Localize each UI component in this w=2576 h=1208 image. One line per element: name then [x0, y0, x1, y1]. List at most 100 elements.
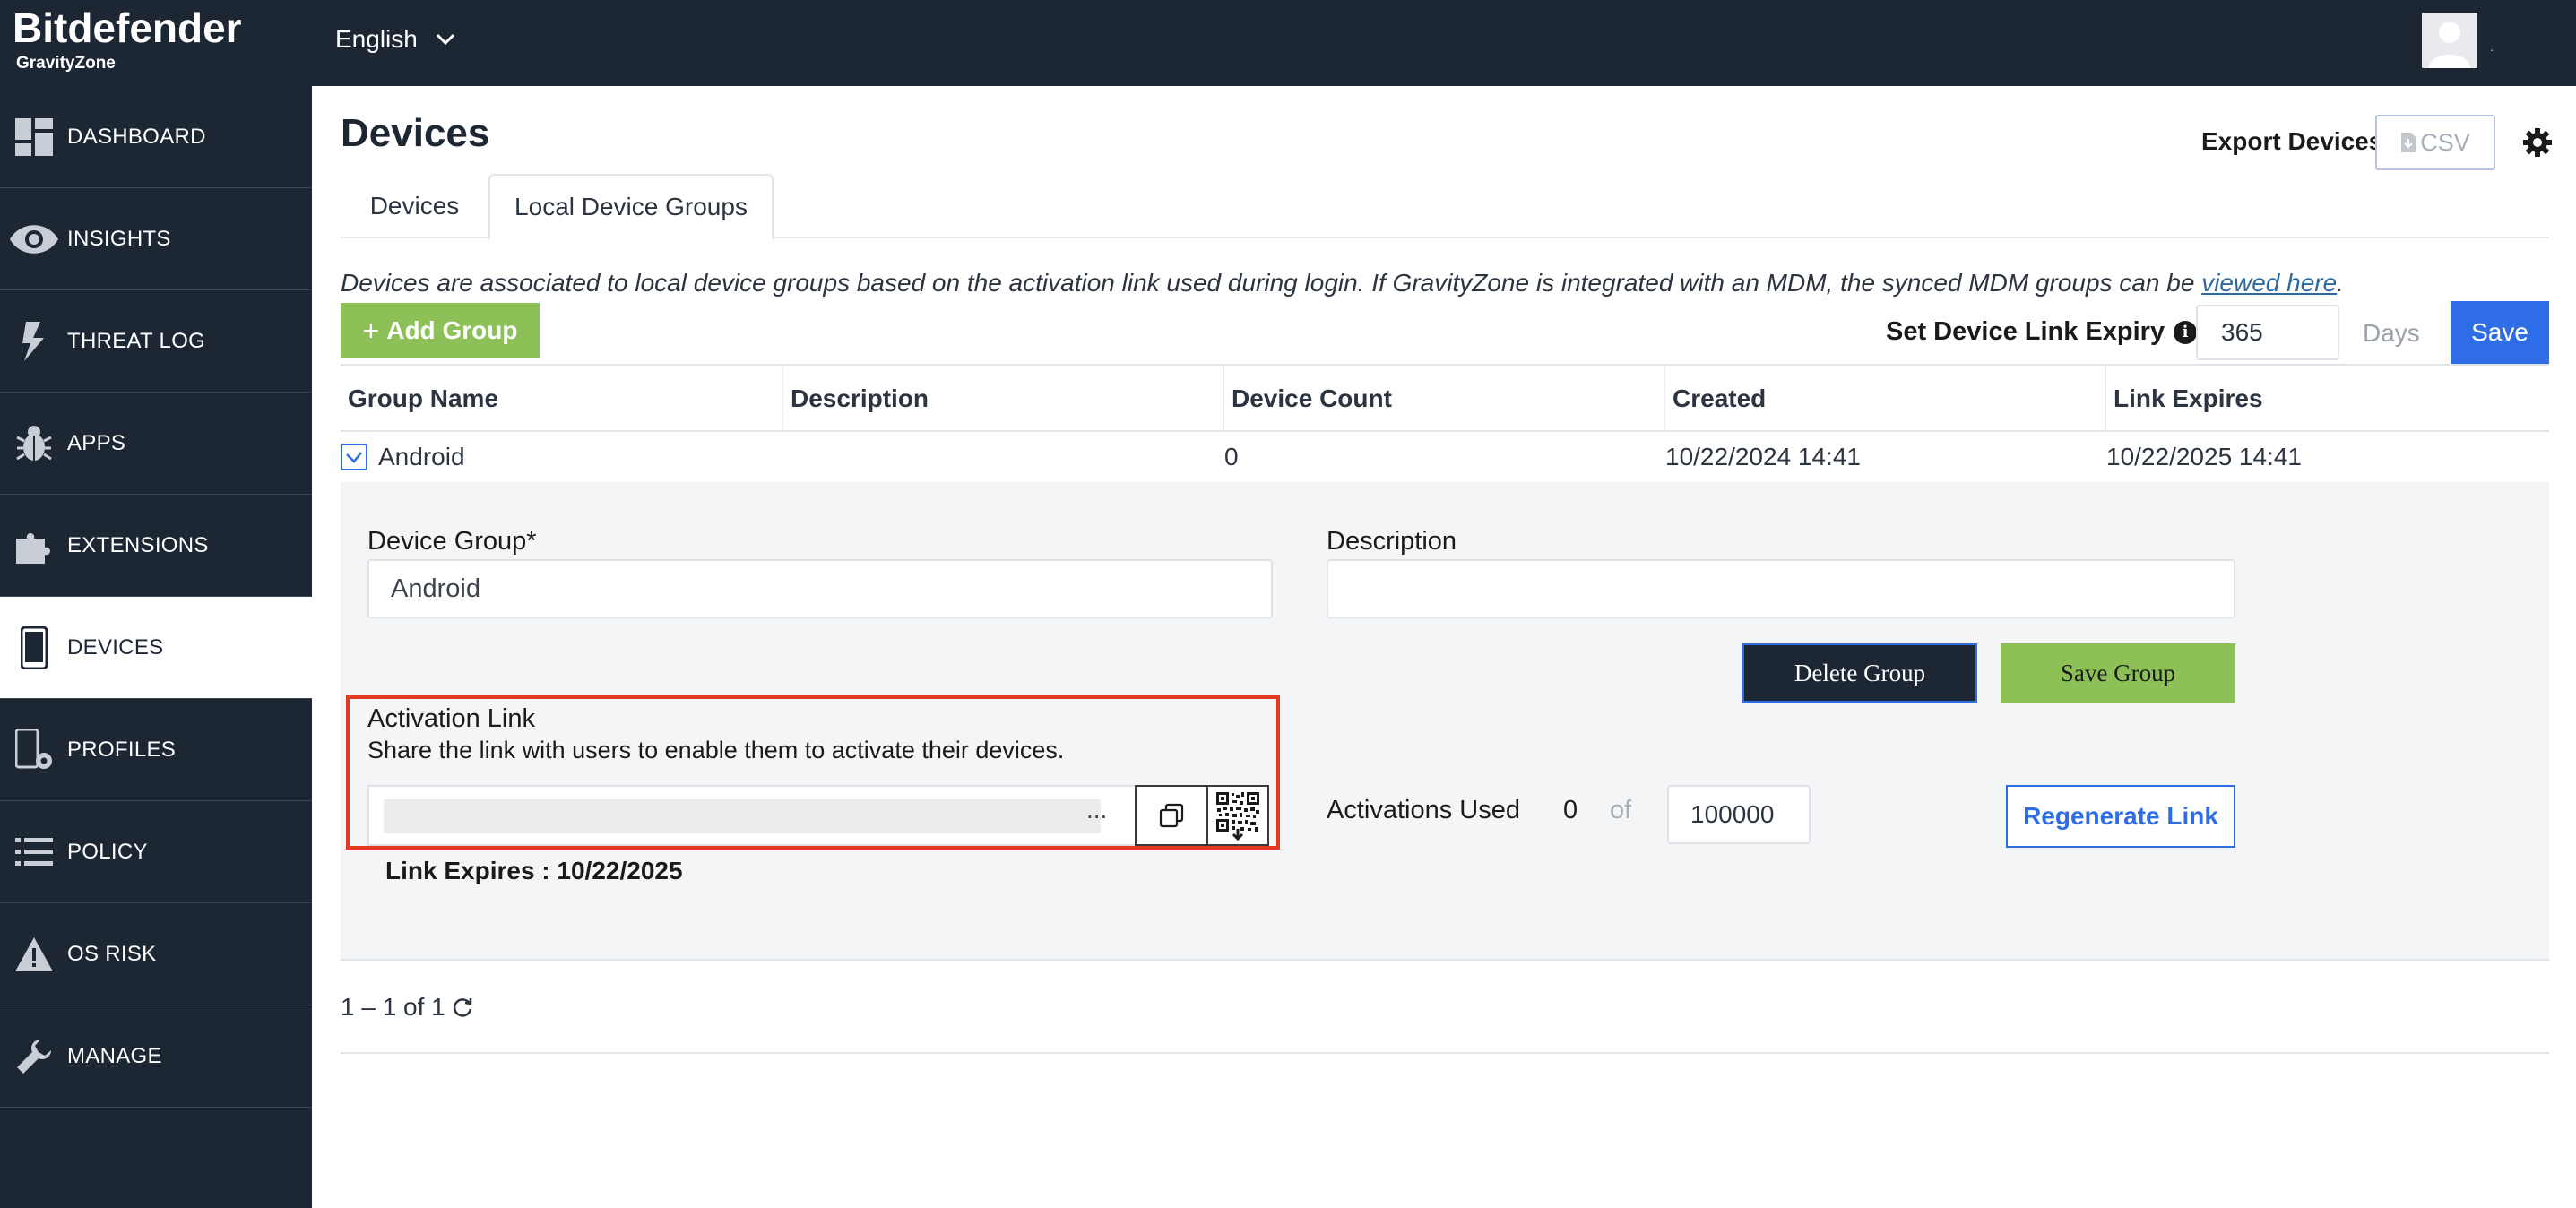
product-name: GravityZone [16, 54, 116, 73]
table-header: Group Name Description Device Count Crea… [341, 364, 2549, 432]
sidebar-item-insights[interactable]: INSIGHTS [0, 188, 312, 290]
sidebar-item-os-risk[interactable]: OS RISK [0, 903, 312, 1005]
sidebar-item-manage[interactable]: MANAGE [0, 1005, 312, 1108]
description-input[interactable] [1327, 559, 2235, 618]
activations-used-value: 0 [1563, 796, 1578, 824]
link-expires-label: Link Expires : 10/22/2025 [385, 857, 683, 884]
user-icon [2422, 13, 2477, 68]
table-row[interactable]: Android 0 10/22/2024 14:41 10/22/2025 14… [341, 432, 2549, 482]
save-expiry-button[interactable]: Save [2451, 301, 2549, 364]
pagination: 1 – 1 of 1 [341, 993, 474, 1022]
eye-icon [0, 212, 67, 266]
regenerate-link-button[interactable]: Regenerate Link [2006, 785, 2235, 848]
brand-name: Bitdefender [13, 4, 242, 51]
expand-checkbox[interactable] [341, 444, 367, 470]
sidebar-item-policy[interactable]: POLICY [0, 801, 312, 903]
check-icon [346, 452, 362, 463]
settings-gear-icon[interactable] [2522, 127, 2553, 158]
sidebar-item-label: MANAGE [67, 1043, 162, 1068]
top-bar: Bitdefender GravityZone English [0, 0, 2576, 86]
expiry-label-text: Set Device Link Expiry [1886, 317, 2165, 346]
column-header-group-name[interactable]: Group Name [341, 366, 783, 432]
device-link-expiry-label: Set Device Link Expiry i [1886, 317, 2198, 347]
export-csv-button[interactable]: CSV [2375, 115, 2495, 170]
download-qr-button[interactable] [1206, 785, 1269, 846]
sidebar-item-label: INSIGHTS [67, 226, 171, 251]
column-header-created[interactable]: Created [1665, 366, 2106, 432]
viewed-here-link[interactable]: viewed here [2201, 269, 2337, 297]
tab-local-device-groups[interactable]: Local Device Groups [488, 174, 774, 240]
sidebar-item-label: DEVICES [67, 634, 164, 660]
sidebar-item-label: THREAT LOG [67, 328, 206, 353]
days-label: Days [2363, 319, 2420, 347]
copy-link-button[interactable] [1135, 785, 1208, 846]
sidebar-item-label: EXTENSIONS [67, 532, 209, 557]
pagination-text: 1 – 1 of 1 [341, 993, 445, 1021]
export-devices-label: Export Devices [2201, 127, 2383, 155]
sidebar-item-label: APPS [67, 430, 126, 455]
sidebar: DASHBOARD INSIGHTS THREAT LOG APPS EXTEN… [0, 86, 312, 1208]
divider [341, 959, 2549, 961]
link-expires-cell: 10/22/2025 14:41 [2106, 443, 2302, 470]
info-icon[interactable]: i [2174, 320, 2198, 344]
sidebar-item-label: POLICY [67, 839, 148, 864]
group-name-value: Android [378, 443, 465, 470]
sidebar-item-threat-log[interactable]: THREAT LOG [0, 290, 312, 393]
activation-link-description: Share the link with users to enable them… [367, 737, 1065, 764]
link-ellipsis: ... [1086, 796, 1108, 824]
language-selector[interactable]: English [335, 25, 455, 54]
activation-link-title: Activation Link [367, 704, 535, 733]
language-label: English [335, 25, 418, 53]
page-title: Devices [341, 111, 490, 155]
copy-icon [1159, 803, 1184, 828]
divider [341, 1052, 2549, 1054]
dashboard-icon [0, 110, 67, 164]
wrench-icon [0, 1030, 67, 1083]
puzzle-icon [0, 519, 67, 573]
save-group-button[interactable]: Save Group [2001, 643, 2235, 703]
activations-of-label: of [1610, 796, 1632, 824]
chevron-down-icon [436, 33, 454, 46]
sidebar-item-dashboard[interactable]: DASHBOARD [0, 86, 312, 188]
device-group-input[interactable] [367, 559, 1273, 618]
bug-icon [0, 417, 67, 470]
device-group-label: Device Group* [367, 527, 537, 556]
column-header-device-count[interactable]: Device Count [1224, 366, 1665, 432]
column-header-link-expires[interactable]: Link Expires [2106, 366, 2549, 432]
device-count-cell: 0 [1224, 443, 1239, 470]
warning-icon [0, 928, 67, 981]
sidebar-item-apps[interactable]: APPS [0, 393, 312, 495]
avatar[interactable] [2422, 13, 2477, 68]
activation-link-field[interactable]: ... [367, 785, 1137, 846]
description-label: Description [1327, 527, 1457, 556]
lightning-icon [0, 315, 67, 368]
info-text-end: . [2337, 269, 2344, 297]
column-header-description[interactable]: Description [783, 366, 1224, 432]
sidebar-item-profiles[interactable]: PROFILES [0, 699, 312, 801]
activations-max-input[interactable] [1667, 785, 1811, 844]
delete-group-button[interactable]: Delete Group [1742, 643, 1977, 703]
sidebar-item-devices[interactable]: DEVICES [0, 597, 312, 699]
phone-gear-icon [0, 723, 67, 777]
activations-used-label: Activations Used [1327, 796, 1520, 824]
info-text-body: Devices are associated to local device g… [341, 269, 2202, 297]
avatar-menu-indicator[interactable]: . [2490, 39, 2494, 54]
csv-label: CSV [2420, 128, 2470, 156]
add-group-button[interactable]: + Add Group [341, 303, 540, 358]
tab-devices[interactable]: Devices [341, 174, 488, 238]
add-group-label: Add Group [386, 316, 518, 344]
list-icon [0, 825, 67, 879]
phone-icon [0, 621, 67, 675]
device-link-expiry-input[interactable] [2196, 305, 2339, 360]
sidebar-item-label: OS RISK [67, 941, 157, 966]
sidebar-item-label: DASHBOARD [67, 124, 206, 149]
tab-bar: Devices Local Device Groups [341, 174, 2549, 240]
info-text: Devices are associated to local device g… [341, 269, 2344, 298]
sidebar-item-extensions[interactable]: EXTENSIONS [0, 495, 312, 597]
file-download-icon [2401, 133, 2416, 152]
plus-icon: + [362, 314, 380, 347]
logo[interactable]: Bitdefender GravityZone [13, 4, 281, 81]
sidebar-item-label: PROFILES [67, 737, 177, 762]
created-cell: 10/22/2024 14:41 [1665, 443, 1861, 470]
refresh-icon[interactable] [451, 996, 474, 1019]
